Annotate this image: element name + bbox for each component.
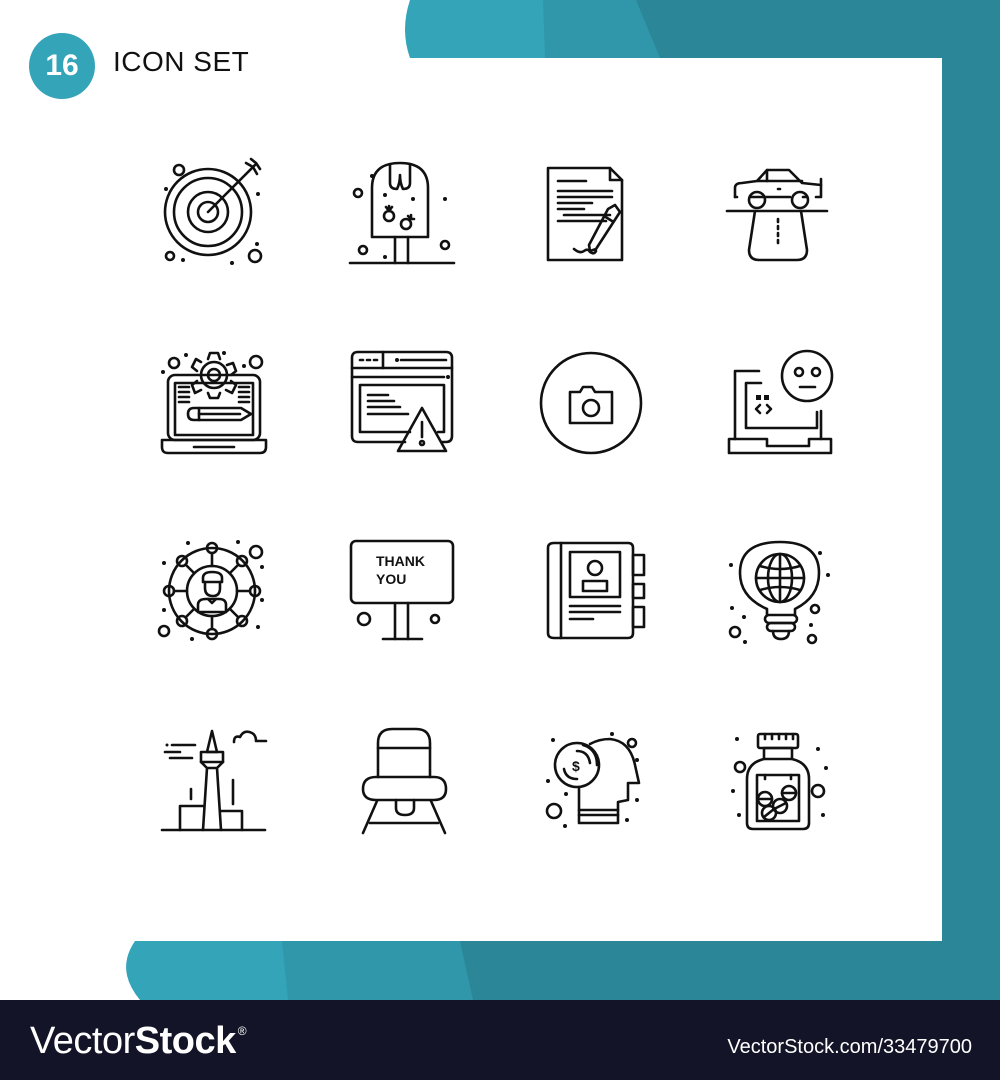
money-mind-icon: $ [540,725,650,835]
page-title: ICON SET [113,46,250,77]
tower-landmark-icon [158,725,268,835]
contact-book-icon [540,535,650,645]
registered-mark: ® [237,1024,247,1038]
logo-bold-text: Stock [134,1020,236,1062]
target-icon [158,155,268,265]
laptop-emoji-icon [727,345,837,455]
right-strip [942,0,1000,1000]
count-badge: 16 [29,33,95,99]
user-network-icon [157,535,268,645]
thank-you-signboard-icon: THANK YOU [349,535,460,645]
chair-icon [350,725,460,835]
contract-signing-icon [540,155,650,265]
sign-text-line1: THANK [376,553,425,569]
logo-thin-text: Vector [30,1020,135,1062]
svg-text:$: $ [572,758,580,774]
camera-circle-icon [539,345,650,455]
image-url: VectorStock.com/33479700 [727,1036,972,1058]
vectorstock-logo: VectorStock ® [30,1020,247,1063]
pill-jar-icon [727,725,837,835]
car-road-icon [725,155,837,265]
laptop-settings-icon [158,345,268,455]
browser-warning-icon [350,345,460,455]
sign-text-line2: YOU [376,571,406,587]
popsicle-icon [348,155,460,265]
bottom-band-dark [460,941,1000,1000]
globe-bulb-icon [727,535,837,645]
